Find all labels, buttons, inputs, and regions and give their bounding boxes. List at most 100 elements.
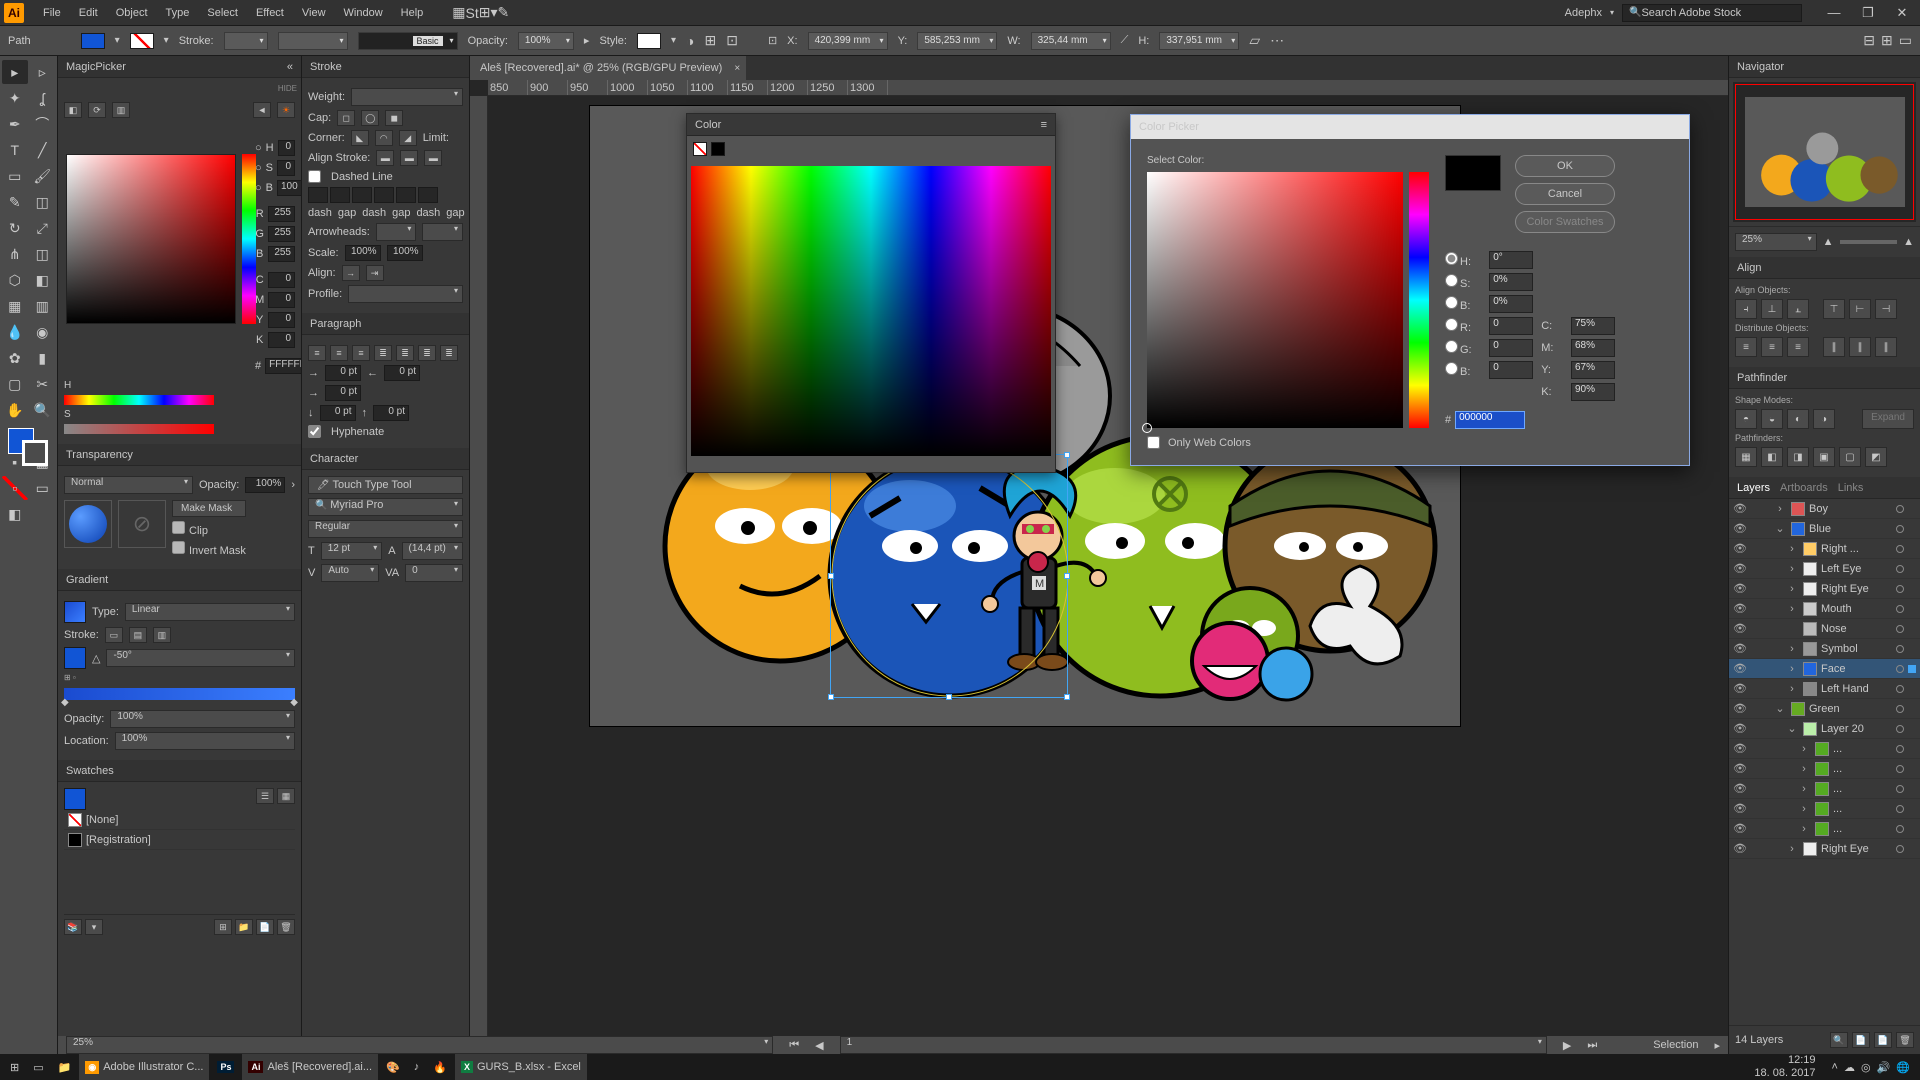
select-indicator[interactable] — [1908, 805, 1916, 813]
shape-builder-tool-icon[interactable]: ⬡ — [2, 268, 28, 292]
zoom-out-icon[interactable]: ▲ — [1823, 236, 1834, 248]
picker-cancel-button[interactable]: Cancel — [1515, 183, 1615, 205]
layer-row[interactable]: 👁›... — [1729, 819, 1920, 839]
y-value[interactable]: 585,253 mm — [917, 32, 997, 50]
swatch-del-icon[interactable]: 🗑 — [277, 919, 295, 935]
panel-toggle-2-icon[interactable]: ⊞ — [1881, 32, 1893, 49]
magic-wand-tool-icon[interactable]: ✦ — [2, 86, 28, 110]
x-value[interactable]: 420,399 mm — [808, 32, 888, 50]
lasso-tool-icon[interactable]: ʆ — [30, 86, 56, 110]
line-tool-icon[interactable]: ╱ — [30, 138, 56, 162]
tracking-drop[interactable]: 0 — [405, 564, 463, 582]
select-indicator[interactable] — [1908, 585, 1916, 593]
swatch-group-icon[interactable]: 📁 — [235, 919, 253, 935]
visibility-icon[interactable]: 👁 — [1733, 782, 1747, 795]
align-hcenter-icon[interactable]: ⊥ — [1761, 299, 1783, 319]
visibility-icon[interactable]: 👁 — [1733, 662, 1747, 675]
gradient-bar[interactable]: ◆ ◆ — [64, 688, 295, 700]
menu-help[interactable]: Help — [392, 0, 433, 26]
gradient-angle-drop[interactable]: -50° — [106, 649, 295, 667]
mp-icon[interactable]: ▥ — [112, 102, 130, 118]
picker-k-field[interactable]: 90% — [1571, 383, 1615, 401]
transparency-header[interactable]: Transparency — [58, 444, 301, 466]
visibility-icon[interactable]: 👁 — [1733, 742, 1747, 755]
exclude-icon[interactable]: ◑ — [1813, 409, 1835, 429]
magicpicker-hide[interactable]: HIDE — [278, 84, 297, 93]
curvature-tool-icon[interactable]: ⌒ — [30, 112, 56, 136]
taskbar-app[interactable]: ◉Adobe Illustrator C... — [79, 1054, 209, 1080]
rotate-tool-icon[interactable]: ↻ — [2, 216, 28, 240]
grad-fill-icon[interactable] — [64, 647, 86, 669]
layer-row[interactable]: 👁›Right Eye — [1729, 579, 1920, 599]
target-icon[interactable] — [1896, 525, 1904, 533]
target-icon[interactable] — [1896, 545, 1904, 553]
minus-back-icon[interactable]: ◩ — [1865, 447, 1887, 467]
mp-c-field[interactable]: 0 — [268, 272, 295, 288]
taskbar-app[interactable]: 🎨 — [380, 1054, 406, 1080]
color-panel-float[interactable]: Color≡ — [686, 113, 1056, 473]
expand-icon[interactable]: ⌄ — [1785, 722, 1799, 735]
pen-tool-icon[interactable]: ✒ — [2, 112, 28, 136]
align-top-icon[interactable]: ⊤ — [1823, 299, 1845, 319]
expand-icon[interactable]: › — [1785, 583, 1799, 595]
panel-icon-2[interactable]: ⊞▾ — [479, 4, 498, 21]
target-icon[interactable] — [1896, 705, 1904, 713]
visibility-icon[interactable]: 👁 — [1733, 522, 1747, 535]
chevron-right-icon[interactable]: › — [291, 479, 295, 491]
swatch-menu-icon[interactable]: ▾ — [85, 919, 103, 935]
color-black-swatch[interactable] — [711, 142, 725, 156]
menu-object[interactable]: Object — [107, 0, 157, 26]
zoom-slider[interactable] — [1840, 240, 1898, 244]
panel-toggle-1-icon[interactable]: ⊟ — [1863, 32, 1875, 49]
tray-cloud-icon[interactable]: ☁ — [1844, 1061, 1855, 1074]
target-icon[interactable] — [1896, 625, 1904, 633]
align-center-icon[interactable]: ≡ — [330, 345, 348, 361]
delete-layer-icon[interactable]: 🗑 — [1896, 1032, 1914, 1048]
expand-icon[interactable]: ⌄ — [1773, 522, 1787, 535]
align-header[interactable]: Align — [1729, 257, 1920, 279]
next-artboard-icon[interactable]: ▶ — [1563, 1039, 1571, 1052]
column-graph-tool-icon[interactable]: ▮ — [30, 346, 56, 370]
intersect-icon[interactable]: ◐ — [1787, 409, 1809, 429]
justify-center-icon[interactable]: ≣ — [396, 345, 414, 361]
select-indicator[interactable] — [1908, 785, 1916, 793]
font-family-drop[interactable]: 🔍 Myriad Pro — [308, 498, 463, 516]
status-zoom-drop[interactable]: 25% — [66, 1036, 773, 1054]
leading-drop[interactable]: (14,4 pt) — [402, 542, 463, 560]
draw-mode-icon[interactable]: ◧ — [2, 502, 28, 526]
indent-right-field[interactable]: 0 pt — [384, 365, 420, 381]
zoom-in-icon[interactable]: ▲ — [1903, 236, 1914, 248]
dist-right-icon[interactable]: ∥ — [1875, 337, 1897, 357]
expand-icon[interactable]: › — [1797, 743, 1811, 755]
tab-links[interactable]: Links — [1838, 482, 1864, 494]
expand-icon[interactable]: › — [1785, 843, 1799, 855]
mesh-tool-icon[interactable]: ▦ — [2, 294, 28, 318]
window-restore[interactable]: ❐ — [1854, 3, 1882, 23]
expand-icon[interactable]: › — [1797, 823, 1811, 835]
layer-row[interactable]: 👁›Mouth — [1729, 599, 1920, 619]
profile-drop[interactable] — [348, 285, 463, 303]
picker-g-radio[interactable] — [1445, 340, 1458, 353]
taskbar-app[interactable]: ♪ — [408, 1054, 426, 1080]
panel-toggle-3-icon[interactable]: ▭ — [1899, 32, 1912, 49]
select-indicator[interactable] — [1908, 505, 1916, 513]
artboard-number-drop[interactable]: 1 — [840, 1036, 1547, 1054]
dist-top-icon[interactable]: ≡ — [1735, 337, 1757, 357]
eyedropper-tool-icon[interactable]: 💧 — [2, 320, 28, 344]
select-indicator[interactable] — [1908, 845, 1916, 853]
w-value[interactable]: 325,44 mm — [1031, 32, 1111, 50]
picker-b-field[interactable]: 0% — [1489, 295, 1533, 313]
expand-icon[interactable]: ⌄ — [1773, 702, 1787, 715]
tray-vol-icon[interactable]: 🔊 — [1877, 1061, 1891, 1074]
expand-icon[interactable]: › — [1797, 783, 1811, 795]
taskbar-app[interactable]: ▭ — [27, 1054, 49, 1080]
none-mode-icon[interactable]: ▫ — [2, 476, 28, 500]
mp-icon[interactable]: ⟳ — [88, 102, 106, 118]
stroke-weight-drop2[interactable] — [351, 88, 463, 106]
target-icon[interactable] — [1896, 765, 1904, 773]
reference-point-icon[interactable]: ⊡ — [768, 34, 777, 47]
paragraph-header[interactable]: Paragraph — [302, 313, 469, 335]
layer-row[interactable]: 👁›Left Eye — [1729, 559, 1920, 579]
align-left-icon[interactable]: ⫞ — [1735, 299, 1757, 319]
select-indicator[interactable] — [1908, 665, 1916, 673]
